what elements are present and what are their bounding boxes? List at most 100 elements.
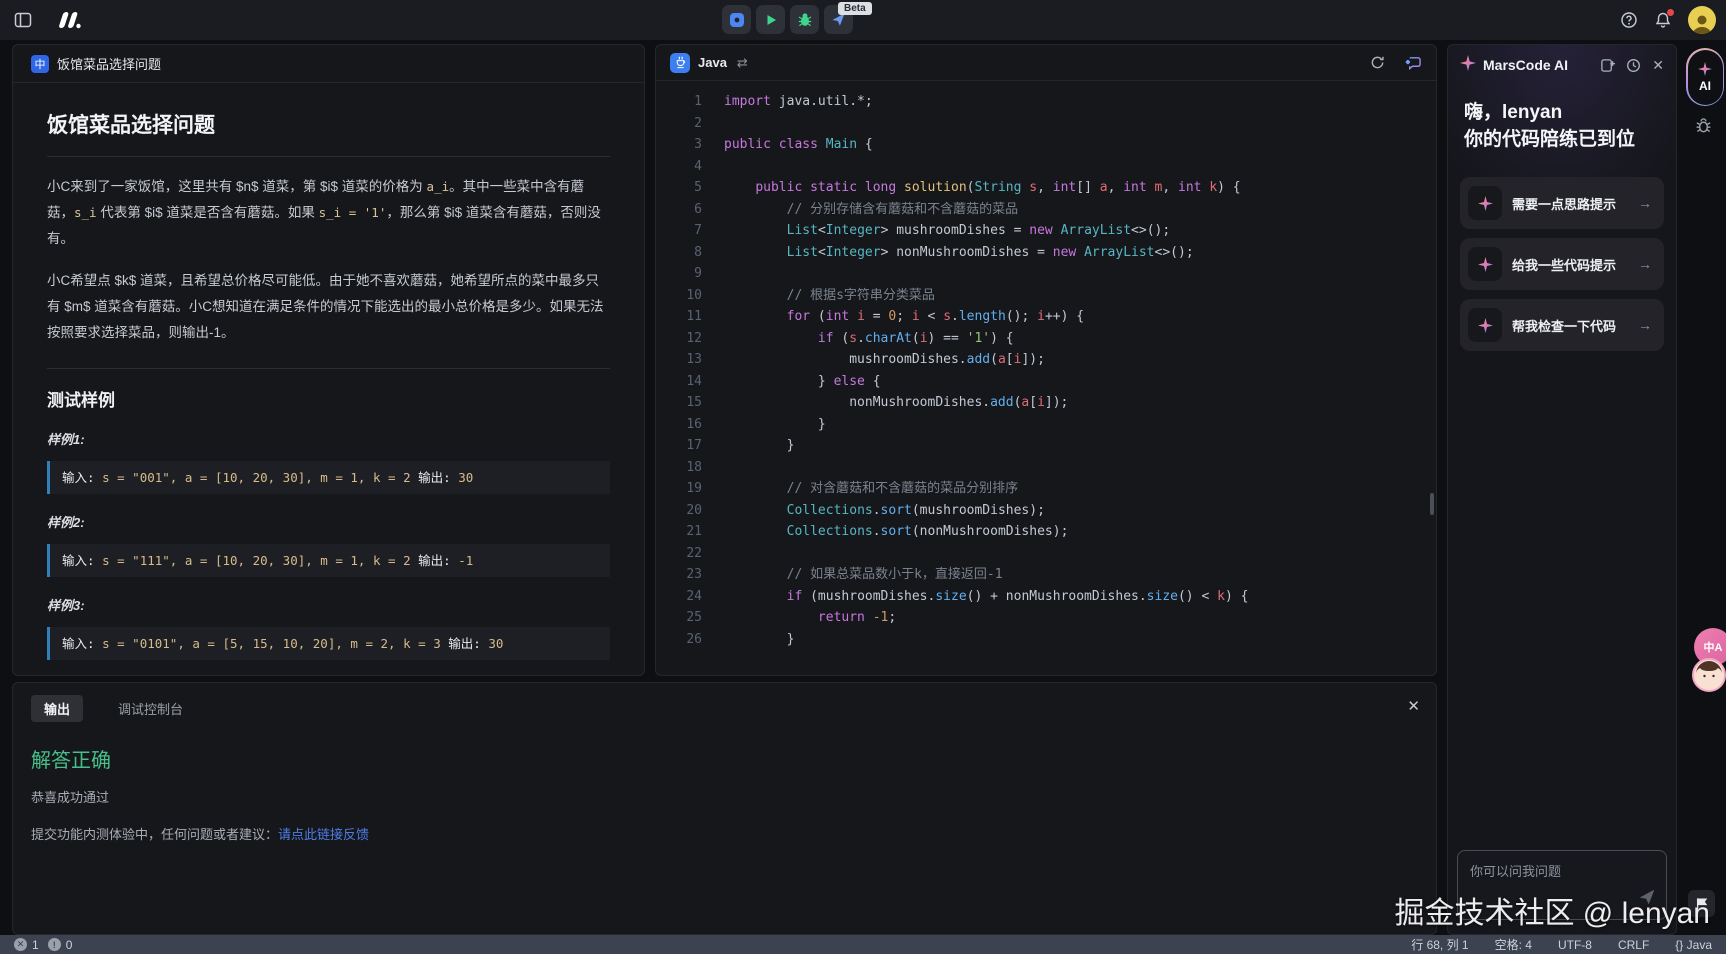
errors-icon[interactable]: ✕ (14, 938, 27, 951)
status-item[interactable]: 行 68, 列 1 (1411, 936, 1468, 953)
sample-code-block: 输入: s = "001", a = [10, 20, 30], m = 1, … (47, 461, 610, 494)
ai-toggle-button[interactable]: AI (1688, 50, 1723, 105)
code-line: 15 nonMushroomDishes.add(a[i]); (656, 392, 1436, 414)
code-line: 26 } (656, 629, 1436, 651)
line-number: 17 (656, 435, 702, 457)
code-line: 9 (656, 263, 1436, 285)
code-line: 12 if (s.charAt(i) == '1') { (656, 328, 1436, 350)
output-tabs: 输出调试控制台 (13, 683, 1436, 722)
sparkle-icon (1468, 308, 1502, 342)
feedback-link[interactable]: 请点此链接反馈 (278, 827, 369, 842)
editor-header: Java ⇄ (656, 45, 1436, 81)
status-item[interactable]: CRLF (1618, 938, 1649, 952)
editor-scrollbar[interactable] (1430, 493, 1434, 515)
run-button-group: Beta (722, 5, 853, 34)
close-output-icon[interactable]: ✕ (1407, 697, 1420, 715)
output-panel: 输出调试控制台 ✕ 解答正确 恭喜成功通过 提交功能内测体验中，任何问题或者建议… (12, 682, 1437, 935)
status-item[interactable]: UTF-8 (1558, 938, 1592, 952)
status-bar-items: 行 68, 列 1 空格: 4 UTF-8 CRLF {} Java (1411, 936, 1726, 953)
sample-code-block: 输入: s = "111", a = [10, 20, 30], m = 1, … (47, 544, 610, 577)
ai-suggestion-card[interactable]: 需要一点思路提示 → (1460, 177, 1664, 229)
line-number: 26 (656, 629, 702, 651)
ai-suggestion-label: 给我一些代码提示 (1512, 255, 1616, 274)
line-number: 23 (656, 564, 702, 586)
feedback-text: 提交功能内测体验中，任何问题或者建议： (31, 827, 278, 842)
ai-suggestion-label: 需要一点思路提示 (1512, 194, 1616, 213)
line-number: 18 (656, 457, 702, 479)
code-line: 7 List<Integer> mushroomDishes = new Arr… (656, 220, 1436, 242)
code-line: 1import java.util.*; (656, 91, 1436, 113)
watermark-text: 掘金技术社区 @ lenyan (1394, 888, 1710, 932)
line-number: 9 (656, 263, 702, 285)
assistant-avatar-float[interactable] (1692, 658, 1726, 692)
line-number: 25 (656, 607, 702, 629)
java-language-icon (670, 53, 690, 73)
marscode-logo-icon[interactable] (54, 10, 84, 30)
code-line: 14 } else { (656, 371, 1436, 393)
ai-greeting-line1: 嗨，lenyan (1464, 99, 1660, 126)
notifications-bell-icon[interactable] (1654, 11, 1672, 29)
ai-suggestion-card[interactable]: 给我一些代码提示→ (1460, 238, 1664, 290)
marscode-ai-panel: MarsCode AI ✕ 嗨，lenyan 你的代码陪练已到位 需要一点思路提… (1447, 44, 1677, 935)
code-line: 13 mushroomDishes.add(a[i]); (656, 349, 1436, 371)
problem-tab[interactable]: 中 饭馆菜品选择问题 (13, 45, 644, 83)
status-item[interactable]: {} Java (1675, 938, 1712, 952)
samples-list: 样例1:输入: s = "001", a = [10, 20, 30], m =… (47, 429, 610, 660)
arrow-right-icon: → (1638, 195, 1652, 211)
line-number: 20 (656, 500, 702, 522)
status-item[interactable]: 空格: 4 (1495, 936, 1532, 953)
code-line: 10 // 根据s字符串分类菜品 (656, 285, 1436, 307)
ai-pill-label: AI (1699, 79, 1711, 93)
switch-language-icon[interactable]: ⇄ (737, 55, 748, 71)
debug-strip-icon[interactable] (1694, 116, 1713, 140)
code-review-icon[interactable] (1405, 55, 1422, 70)
sparkle-icon (1698, 62, 1712, 76)
status-bar: ✕ 1 ! 0 行 68, 列 1空格: 4UTF-8CRLF{} Java (0, 935, 1726, 954)
code-line: 25 return -1; (656, 607, 1436, 629)
output-tab-output[interactable]: 输出 (31, 695, 83, 722)
warnings-icon[interactable]: ! (48, 938, 61, 951)
chat-placeholder: 你可以问我问题 (1470, 861, 1654, 880)
sidebar-toggle-icon[interactable] (14, 11, 32, 29)
code-line: 5 public static long solution(String s, … (656, 177, 1436, 199)
output-tab-debug-console[interactable]: 调试控制台 (105, 695, 196, 722)
code-line: 8 List<Integer> nonMushroomDishes = new … (656, 242, 1436, 264)
code-line: 6 // 分别存储含有蘑菇和不含蘑菇的菜品 (656, 199, 1436, 221)
problem-body: 饭馆菜品选择问题 小C来到了一家饭馆，这里共有 $n$ 道菜，第 $i$ 道菜的… (13, 83, 644, 660)
debug-button[interactable] (790, 5, 819, 34)
code-line: 4 (656, 156, 1436, 178)
code-line: 3public class Main { (656, 134, 1436, 156)
line-number: 12 (656, 328, 702, 350)
problem-paragraph: 小C来到了一家饭馆，这里共有 $n$ 道菜，第 $i$ 道菜的价格为 a_i。其… (47, 174, 610, 252)
line-number: 10 (656, 285, 702, 307)
code-line: 23 // 如果总菜品数小于k，直接返回-1 (656, 564, 1436, 586)
history-icon[interactable] (1626, 58, 1641, 73)
user-avatar[interactable] (1688, 6, 1716, 34)
line-number: 22 (656, 543, 702, 565)
code-editor[interactable]: 1import java.util.*;23public class Main … (656, 81, 1436, 675)
beta-badge: Beta (838, 2, 872, 15)
line-number: 16 (656, 414, 702, 436)
line-number: 4 (656, 156, 702, 178)
ai-suggestion-cards: 需要一点思路提示 → 给我一些代码提示→ 帮我检查一下代码→ (1448, 153, 1676, 351)
feedback-line: 提交功能内测体验中，任何问题或者建议：请点此链接反馈 (31, 824, 1436, 843)
sample-code-block: 输入: s = "0101", a = [5, 15, 10, 20], m =… (47, 627, 610, 660)
samples-heading: 测试样例 (47, 386, 610, 411)
breakpoint-button[interactable] (722, 5, 751, 34)
code-line: 17 } (656, 435, 1436, 457)
result-status: 解答正确 (31, 744, 1436, 773)
run-button[interactable] (756, 5, 785, 34)
code-line: 19 // 对含蘑菇和不含蘑菇的菜品分别排序 (656, 478, 1436, 500)
line-number: 11 (656, 306, 702, 328)
problem-paragraph: 小C希望点 $k$ 道菜，且希望总价格尽可能低。由于她不喜欢蘑菇，她希望所点的菜… (47, 268, 610, 346)
line-number: 15 (656, 392, 702, 414)
close-ai-panel-icon[interactable]: ✕ (1652, 57, 1664, 74)
ai-suggestion-card[interactable]: 帮我检查一下代码→ (1460, 299, 1664, 351)
line-number: 19 (656, 478, 702, 500)
new-chat-icon[interactable] (1600, 58, 1615, 73)
reset-code-icon[interactable] (1370, 55, 1385, 70)
language-label: Java (698, 55, 727, 70)
code-editor-panel: Java ⇄ 1import java.util.*;23public clas… (655, 44, 1437, 676)
help-icon[interactable] (1620, 11, 1638, 29)
sparkle-icon (1460, 55, 1476, 76)
